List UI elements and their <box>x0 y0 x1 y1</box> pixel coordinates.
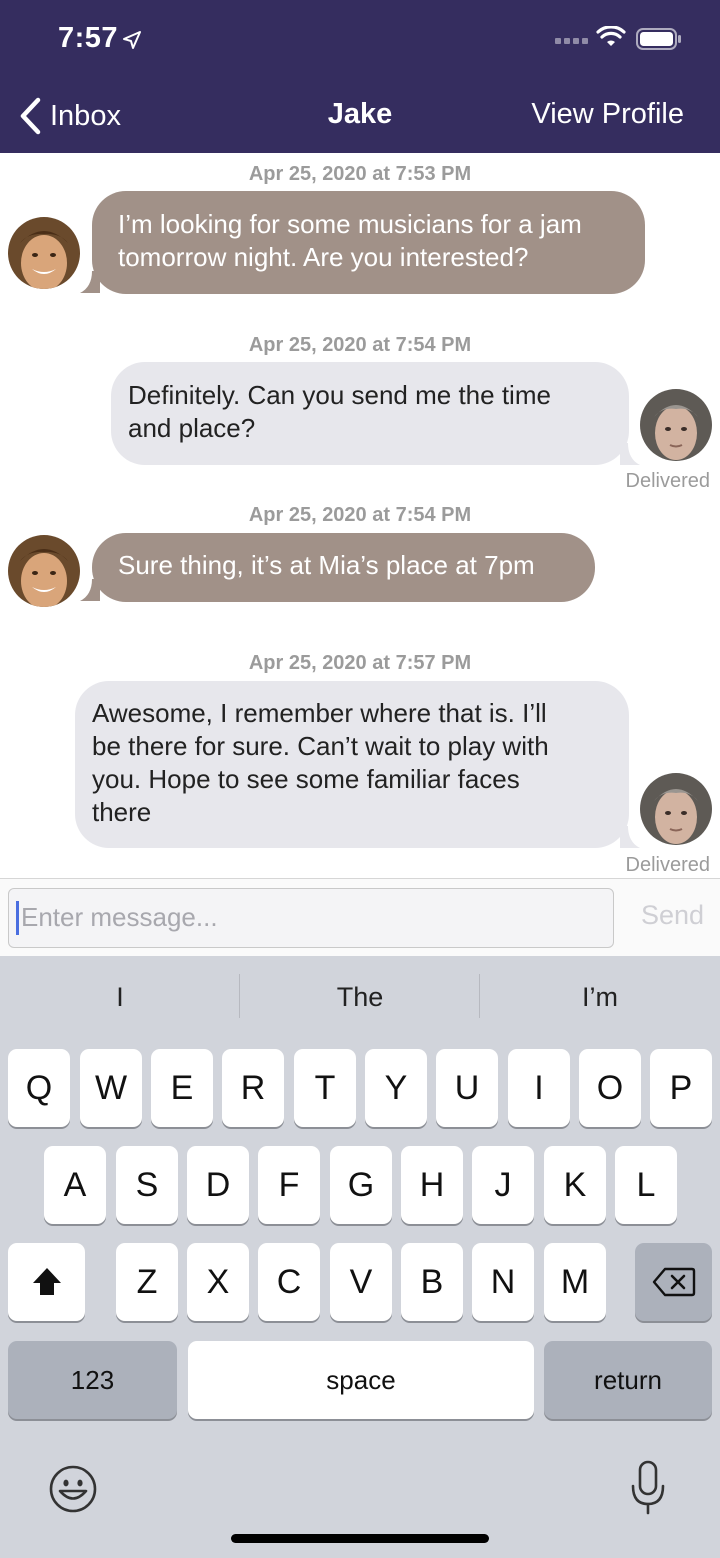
navigation-header: 7:57 Inbox Jake View Profile <box>0 0 720 153</box>
on-screen-keyboard: I The I’m Q W E R T Y U I O P A S D F G … <box>0 956 720 1558</box>
key-c[interactable]: C <box>258 1243 320 1321</box>
message-text-line: Sure thing, it’s at Mia’s place at 7pm <box>118 550 535 580</box>
key-i[interactable]: I <box>508 1049 570 1127</box>
view-profile-button[interactable]: View Profile <box>531 98 684 131</box>
delivery-status: Delivered <box>625 470 710 492</box>
message-bubble-incoming[interactable]: I’m looking for some musicians for a jam… <box>92 191 645 294</box>
key-b[interactable]: B <box>401 1243 463 1321</box>
home-indicator[interactable] <box>231 1534 489 1543</box>
message-text-line: and place? <box>128 413 256 443</box>
wifi-icon <box>596 26 626 46</box>
message-input-placeholder: Enter message... <box>21 902 218 932</box>
return-key-label: return <box>594 1364 662 1395</box>
key-g[interactable]: G <box>330 1146 392 1224</box>
bubble-tail <box>620 826 640 848</box>
key-m[interactable]: M <box>544 1243 606 1321</box>
key-v[interactable]: V <box>330 1243 392 1321</box>
signal-icon <box>555 38 588 44</box>
message-bubble-outgoing[interactable]: Awesome, I remember where that is. I’ll … <box>75 681 629 848</box>
suggestion-item[interactable]: I’m <box>480 982 720 1013</box>
key-a[interactable]: A <box>44 1146 106 1224</box>
shift-icon <box>32 1268 61 1295</box>
key-q[interactable]: Q <box>8 1049 70 1127</box>
key-f[interactable]: F <box>258 1146 320 1224</box>
message-text-line: Definitely. Can you send me the time <box>128 380 551 410</box>
key-w[interactable]: W <box>80 1049 142 1127</box>
delivery-status: Delivered <box>625 854 710 876</box>
key-r[interactable]: R <box>222 1049 284 1127</box>
avatar-jake[interactable] <box>8 217 80 289</box>
suggestion-item[interactable]: The <box>240 982 480 1013</box>
message-list[interactable]: Apr 25, 2020 at 7:53 PM I’m looking for … <box>0 153 720 878</box>
predictive-suggestions: I The I’m <box>0 956 720 1046</box>
message-composer: Enter message... Send <box>0 878 720 956</box>
send-button[interactable]: Send <box>641 900 704 931</box>
key-x[interactable]: X <box>187 1243 249 1321</box>
avatar-me[interactable] <box>640 389 712 461</box>
key-d[interactable]: D <box>187 1146 249 1224</box>
key-n[interactable]: N <box>472 1243 534 1321</box>
delete-icon <box>652 1267 695 1297</box>
message-input[interactable]: Enter message... <box>8 888 614 948</box>
message-text-line: tomorrow night. Are you interested? <box>118 242 529 272</box>
return-key[interactable]: return <box>544 1341 712 1419</box>
key-t[interactable]: T <box>294 1049 356 1127</box>
status-time: 7:57 <box>58 22 119 54</box>
message-timestamp: Apr 25, 2020 at 7:54 PM <box>248 504 472 526</box>
shift-key[interactable] <box>8 1243 85 1321</box>
emoji-icon[interactable] <box>48 1464 98 1514</box>
key-s[interactable]: S <box>116 1146 178 1224</box>
key-k[interactable]: K <box>544 1146 606 1224</box>
message-text-line: I’m looking for some musicians for a jam <box>118 209 582 239</box>
delete-key[interactable] <box>635 1243 712 1321</box>
numbers-key[interactable]: 123 <box>8 1341 177 1419</box>
numbers-key-label: 123 <box>70 1364 115 1395</box>
key-h[interactable]: H <box>401 1146 463 1224</box>
location-arrow-icon <box>123 31 141 49</box>
space-key-label: space <box>326 1364 396 1395</box>
message-text-line: be there for sure. Can’t wait to play wi… <box>92 731 549 761</box>
key-z[interactable]: Z <box>116 1243 178 1321</box>
key-o[interactable]: O <box>579 1049 641 1127</box>
battery-icon <box>636 28 681 50</box>
message-timestamp: Apr 25, 2020 at 7:57 PM <box>248 652 472 674</box>
message-timestamp: Apr 25, 2020 at 7:53 PM <box>248 163 472 185</box>
message-bubble-incoming[interactable]: Sure thing, it’s at Mia’s place at 7pm <box>92 533 595 602</box>
microphone-icon[interactable] <box>630 1460 666 1516</box>
message-text-line: you. Hope to see some familiar faces <box>92 764 520 794</box>
suggestion-item[interactable]: I <box>0 982 240 1013</box>
message-bubble-outgoing[interactable]: Definitely. Can you send me the time and… <box>111 362 629 465</box>
key-p[interactable]: P <box>650 1049 712 1127</box>
message-text-line: Awesome, I remember where that is. I’ll <box>92 698 547 728</box>
message-text-line: there <box>92 797 152 827</box>
key-j[interactable]: J <box>472 1146 534 1224</box>
message-timestamp: Apr 25, 2020 at 7:54 PM <box>248 334 472 356</box>
space-key[interactable]: space <box>188 1341 534 1419</box>
bubble-tail <box>620 443 640 465</box>
key-l[interactable]: L <box>615 1146 677 1224</box>
key-y[interactable]: Y <box>365 1049 427 1127</box>
key-u[interactable]: U <box>436 1049 498 1127</box>
avatar-me[interactable] <box>640 773 712 845</box>
text-caret <box>16 901 19 935</box>
key-e[interactable]: E <box>151 1049 213 1127</box>
avatar-jake[interactable] <box>8 535 80 607</box>
